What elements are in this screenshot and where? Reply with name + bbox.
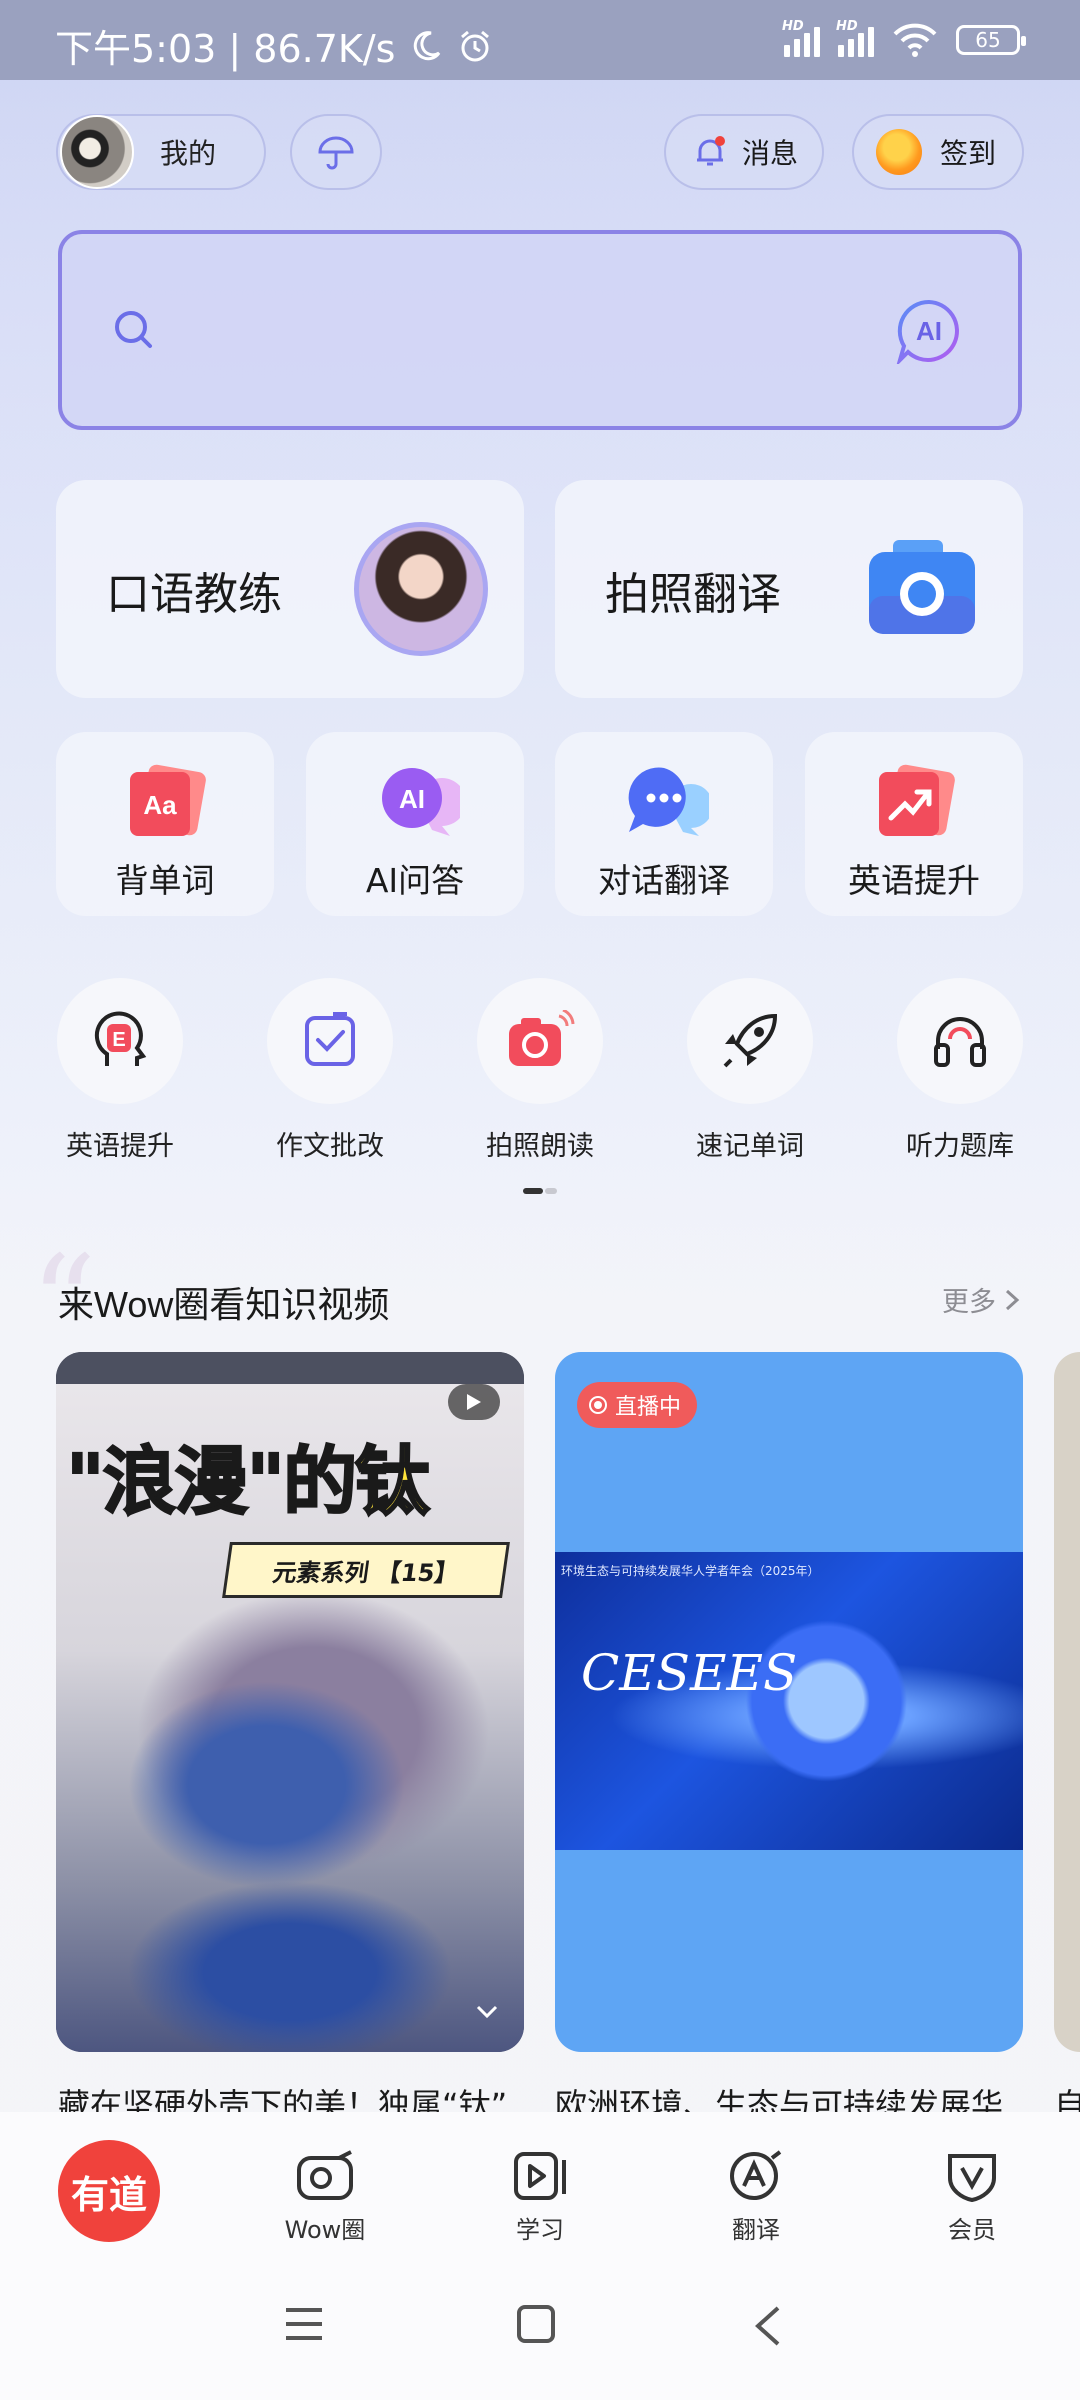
english-improve-card[interactable]: 英语提升 — [805, 732, 1023, 916]
tab-study[interactable]: 学习 — [470, 2146, 610, 2245]
dialogue-translate-card[interactable]: 对话翻译 — [555, 732, 773, 916]
poster-title: CESEES — [581, 1644, 798, 1702]
tab-label: Wow圈 — [284, 2216, 366, 2244]
ai-chat-icon: AI — [370, 762, 466, 842]
photo-translate-card[interactable]: 拍照翻译 — [555, 480, 1023, 698]
coach-avatar — [354, 522, 488, 656]
tool-label: 作文批改 — [276, 1131, 384, 1162]
tool-label: 听力题库 — [906, 1131, 1014, 1162]
video-card[interactable]: 直播中 环境生态与可持续发展华人学者年会（2025年） CESEES — [555, 1352, 1023, 2052]
tab-wow[interactable]: Wow圈 — [255, 2146, 395, 2245]
page-indicator — [523, 1188, 557, 1194]
vocabulary-label: 背单词 — [115, 861, 215, 900]
menu-button[interactable] — [282, 2304, 326, 2348]
chevron-down-icon — [476, 1996, 498, 2026]
tab-label: 学习 — [516, 2216, 564, 2244]
section-title: 来Wow圈看知识视频 — [58, 1284, 390, 1325]
home-button[interactable] — [516, 2304, 556, 2348]
english-improve-label: 英语提升 — [848, 861, 980, 900]
translate-icon — [730, 2150, 782, 2200]
svg-text:AI: AI — [399, 784, 425, 814]
play-book-icon — [514, 2152, 566, 2200]
svg-text:AI: AI — [916, 316, 942, 346]
wifi-icon — [893, 23, 937, 57]
vocabulary-card[interactable]: Aa 背单词 — [56, 732, 274, 916]
signal-icon: HD — [836, 19, 874, 57]
back-button[interactable] — [752, 2304, 782, 2352]
video-card[interactable]: "浪漫"的钛 元素系列 【15】 — [56, 1352, 524, 2052]
search-box[interactable]: AI — [58, 230, 1022, 430]
tab-label: 会员 — [948, 2216, 996, 2244]
alarm-icon — [461, 30, 490, 61]
svg-text:E: E — [112, 1029, 125, 1051]
messages-button[interactable]: 消息 — [664, 114, 824, 190]
battery-icon: 65 — [956, 25, 1026, 55]
live-badge: 直播中 — [577, 1382, 698, 1428]
check-square-icon — [305, 1012, 355, 1066]
photo-translate-label: 拍照翻译 — [605, 570, 781, 619]
camera-icon — [865, 536, 979, 644]
video-thumbnail: 环境生态与可持续发展华人学者年会（2025年） CESEES — [555, 1552, 1023, 1850]
live-dot-icon — [589, 1396, 607, 1414]
listening-bank-tool[interactable] — [897, 978, 1023, 1104]
headphones-icon — [934, 1017, 986, 1067]
status-time-speed: 下午5:03 | 86.7K/s — [55, 27, 396, 71]
trend-up-icon — [869, 762, 959, 842]
profile-label: 我的 — [160, 137, 217, 170]
video-overlay-banner: 元素系列 【15】 — [222, 1542, 510, 1598]
home-logo-button[interactable]: 有道 — [58, 2140, 160, 2242]
english-improve-tool[interactable]: E — [57, 978, 183, 1104]
ai-qa-card[interactable]: AI AI问答 — [306, 732, 524, 916]
tool-label: 英语提升 — [66, 1131, 174, 1162]
poster-subtitle: 环境生态与可持续发展华人学者年会（2025年） — [561, 1564, 820, 1578]
photo-read-tool[interactable] — [477, 978, 603, 1104]
speaking-coach-card[interactable]: 口语教练 — [56, 480, 524, 698]
status-right: HD HD 65 — [782, 19, 1026, 58]
tool-label: 拍照朗读 — [486, 1131, 594, 1162]
avatar — [60, 115, 134, 189]
signal-icon: HD — [782, 19, 820, 57]
tool-label: 速记单词 — [696, 1131, 804, 1162]
tab-translate[interactable]: 翻译 — [686, 2146, 826, 2245]
more-label: 更多 — [942, 1287, 996, 1318]
ai-qa-label: AI问答 — [365, 861, 465, 900]
chat-bubble-icon — [619, 762, 713, 842]
status-left: 下午5:03 | 86.7K/s — [55, 18, 493, 73]
head-e-icon: E — [94, 1011, 147, 1066]
search-icon — [112, 308, 156, 356]
vip-shield-icon — [948, 2154, 996, 2202]
tab-vip[interactable]: 会员 — [902, 2146, 1042, 2245]
rocket-icon — [723, 1013, 778, 1068]
umbrella-icon — [318, 136, 354, 170]
signin-label: 签到 — [940, 137, 997, 170]
camera-sound-icon — [509, 1010, 575, 1066]
camera-outline-icon — [297, 2150, 353, 2200]
umbrella-button[interactable] — [290, 114, 382, 190]
flashcard-icon: Aa — [120, 762, 210, 842]
moon-icon — [414, 30, 441, 60]
tab-label: 翻译 — [732, 2216, 780, 2244]
coin-icon — [876, 129, 922, 175]
back-icon — [755, 2306, 780, 2346]
messages-label: 消息 — [742, 137, 799, 170]
quick-words-tool[interactable] — [687, 978, 813, 1104]
profile-button[interactable]: 我的 — [56, 114, 266, 190]
dialogue-translate-label: 对话翻译 — [598, 861, 730, 900]
ai-assistant-icon[interactable]: AI — [895, 298, 962, 368]
play-icon — [448, 1384, 500, 1420]
essay-correction-tool[interactable] — [267, 978, 393, 1104]
signin-button[interactable]: 签到 — [852, 114, 1024, 190]
chevron-right-icon — [1005, 1289, 1020, 1310]
home-square-icon — [517, 2305, 555, 2343]
more-link[interactable]: 更多 — [942, 1280, 1020, 1319]
speaking-coach-label: 口语教练 — [106, 570, 282, 619]
menu-icon — [286, 2308, 322, 2340]
video-overlay-title: "浪漫"的钛 — [65, 1438, 431, 1527]
bell-icon — [697, 136, 725, 166]
video-card[interactable] — [1054, 1352, 1080, 2052]
svg-text:Aa: Aa — [143, 790, 177, 820]
